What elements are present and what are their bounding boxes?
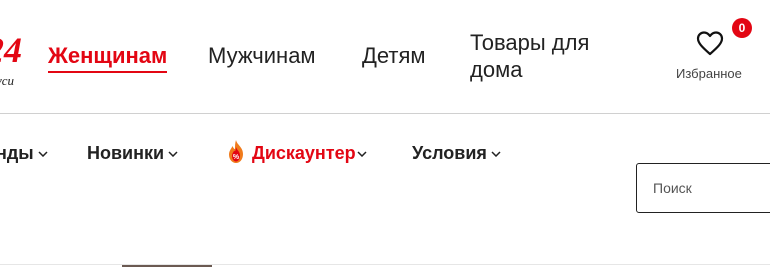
chevron-down-icon (491, 151, 501, 158)
tab-women[interactable]: Женщинам (48, 42, 168, 73)
favorites-button[interactable]: 0 Избранное (668, 18, 758, 88)
logo-number: 24 (0, 30, 22, 70)
favorites-label: Избранное (676, 66, 742, 81)
nav-new[interactable]: Новинки (87, 141, 178, 165)
search-input[interactable] (636, 163, 770, 213)
nav-conditions-label: Условия (412, 143, 487, 163)
favorites-count-badge: 0 (732, 18, 752, 38)
nav-brands[interactable]: нды (0, 141, 48, 165)
nav-conditions[interactable]: Условия (412, 141, 501, 165)
chevron-down-icon (168, 151, 178, 158)
chevron-down-icon (38, 151, 48, 158)
nav-discounter[interactable]: Дискаунтер (252, 141, 367, 165)
logo-subtitle: уси (0, 73, 15, 88)
content-divider (0, 264, 770, 265)
nav-discounter-label: Дискаунтер (252, 143, 356, 163)
brand-logo[interactable]: 24 уси (0, 30, 34, 92)
heart-icon (696, 31, 724, 56)
fire-discount-icon: % (229, 140, 243, 163)
svg-text:%: % (233, 154, 240, 161)
nav-brands-label: нды (0, 143, 34, 163)
tab-home-goods[interactable]: Товары для дома (470, 29, 589, 83)
nav-new-label: Новинки (87, 143, 165, 163)
chevron-down-icon (357, 151, 367, 158)
header-divider (0, 113, 770, 114)
tab-men[interactable]: Мужчинам (208, 42, 316, 69)
tab-kids[interactable]: Детям (362, 42, 426, 69)
